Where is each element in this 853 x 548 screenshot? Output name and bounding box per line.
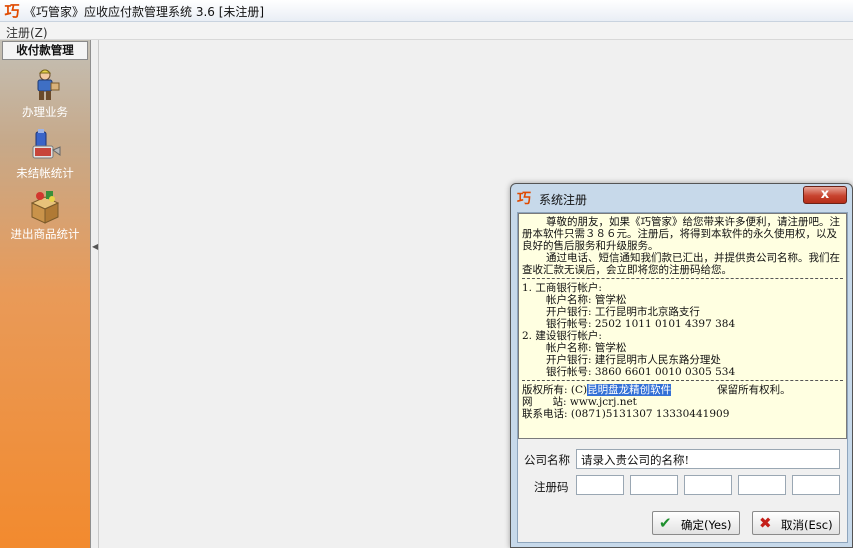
sidebar-item-unsettled[interactable]: 未结帐统计 — [2, 128, 88, 184]
check-icon: ✔ — [659, 514, 672, 532]
ok-button-label: 确定(Yes) — [681, 518, 732, 532]
title-bar: 巧 《巧管家》应收应付款管理系统 3.6 [未注册] — [0, 0, 853, 22]
app-logo-icon: 巧 — [517, 191, 531, 207]
cancel-button-label: 取消(Esc) — [781, 518, 833, 532]
close-button[interactable]: x — [803, 186, 847, 204]
bank2-account-number: 银行帐号: 3860 6601 0010 0305 534 — [546, 366, 736, 378]
copyright-prefix: 版权所有: (C) — [522, 384, 588, 396]
sidebar-header: 收付款管理 — [2, 41, 88, 60]
sidebar: 收付款管理 办理业务 未结帐统计 进出商品统计 — [0, 40, 91, 548]
ok-button[interactable]: ✔ 确定(Yes) — [652, 511, 740, 535]
company-name-input[interactable]: 请录入贵公司的名称! — [576, 449, 840, 469]
sidebar-splitter[interactable]: ◀ — [91, 40, 99, 548]
divider — [522, 380, 843, 381]
intro-text: 尊敬的朋友，如果《巧管家》给您带来许多便利，请注册吧。注册本软件只需３８６元。注… — [522, 216, 840, 252]
dialog-body: 尊敬的朋友，如果《巧管家》给您带来许多便利，请注册吧。注册本软件只需３８６元。注… — [517, 212, 848, 543]
copyright-line: 版权所有: (C)昆明盘龙精创软件 保留所有权利。 — [522, 384, 843, 396]
sidebar-item-label: 未结帐统计 — [16, 166, 74, 180]
close-icon: x — [820, 187, 830, 202]
cancel-button[interactable]: ✖ 取消(Esc) — [752, 511, 840, 535]
x-icon: ✖ — [759, 514, 772, 532]
bank2-branch: 开户银行: 建行昆明市人民东路分理处 — [546, 354, 721, 366]
sidebar-item-label: 进出商品统计 — [10, 227, 80, 241]
bottle-pouring-icon — [32, 129, 61, 159]
sidebar-item-goods-stats[interactable]: 进出商品统计 — [2, 189, 88, 245]
copyright-suffix: 保留所有权利。 — [717, 384, 791, 396]
phone-line: 联系电话: (0871)5131307 13330441909 — [522, 408, 730, 420]
app-logo-icon: 巧 — [4, 2, 20, 20]
goods-box-icon — [30, 191, 60, 224]
dialog-title: 系统注册 — [539, 193, 588, 207]
bank1-account-name: 帐户名称: 管学松 — [546, 294, 627, 306]
code-input-3[interactable] — [684, 475, 732, 495]
website-line: 网 站: www.jcrj.net — [522, 396, 637, 408]
bank1-heading: 1. 工商银行帐户: — [522, 282, 602, 294]
code-input-2[interactable] — [630, 475, 678, 495]
bank2-account-name: 帐户名称: 管学松 — [546, 342, 627, 354]
menu-register[interactable]: 注册(Z) — [6, 24, 48, 41]
code-input-5[interactable] — [792, 475, 840, 495]
window-title: 《巧管家》应收应付款管理系统 3.6 [未注册] — [24, 5, 265, 19]
sidebar-item-label: 办理业务 — [22, 105, 68, 119]
worker-icon — [37, 69, 60, 100]
copyright-company[interactable]: 昆明盘龙精创软件 — [587, 384, 672, 396]
registration-info: 尊敬的朋友，如果《巧管家》给您带来许多便利，请注册吧。注册本软件只需３８６元。注… — [518, 213, 847, 439]
collapse-arrow-icon[interactable]: ◀ — [92, 242, 98, 251]
bank1-branch: 开户银行: 工行昆明市北京路支行 — [546, 306, 700, 318]
company-label: 公司名称 — [524, 453, 570, 467]
code-input-1[interactable] — [576, 475, 624, 495]
menu-bar: 注册(Z) — [0, 22, 853, 40]
bank2-heading: 2. 建设银行帐户: — [522, 330, 602, 342]
intro-text-2: 通过电话、短信通知我们款已汇出，并提供贵公司名称。我们在查收汇款无误后，会立即将… — [522, 252, 840, 276]
dialog-title-bar[interactable]: 巧 系统注册 x — [511, 184, 852, 210]
register-dialog: 巧 系统注册 x 尊敬的朋友，如果《巧管家》给您带来许多便利，请注册吧。注册本软… — [510, 183, 853, 548]
sidebar-item-business[interactable]: 办理业务 — [2, 67, 88, 123]
code-label: 注册码 — [534, 480, 569, 494]
code-input-4[interactable] — [738, 475, 786, 495]
divider — [522, 278, 843, 279]
bank1-account-number: 银行帐号: 2502 1011 0101 4397 384 — [546, 318, 736, 330]
